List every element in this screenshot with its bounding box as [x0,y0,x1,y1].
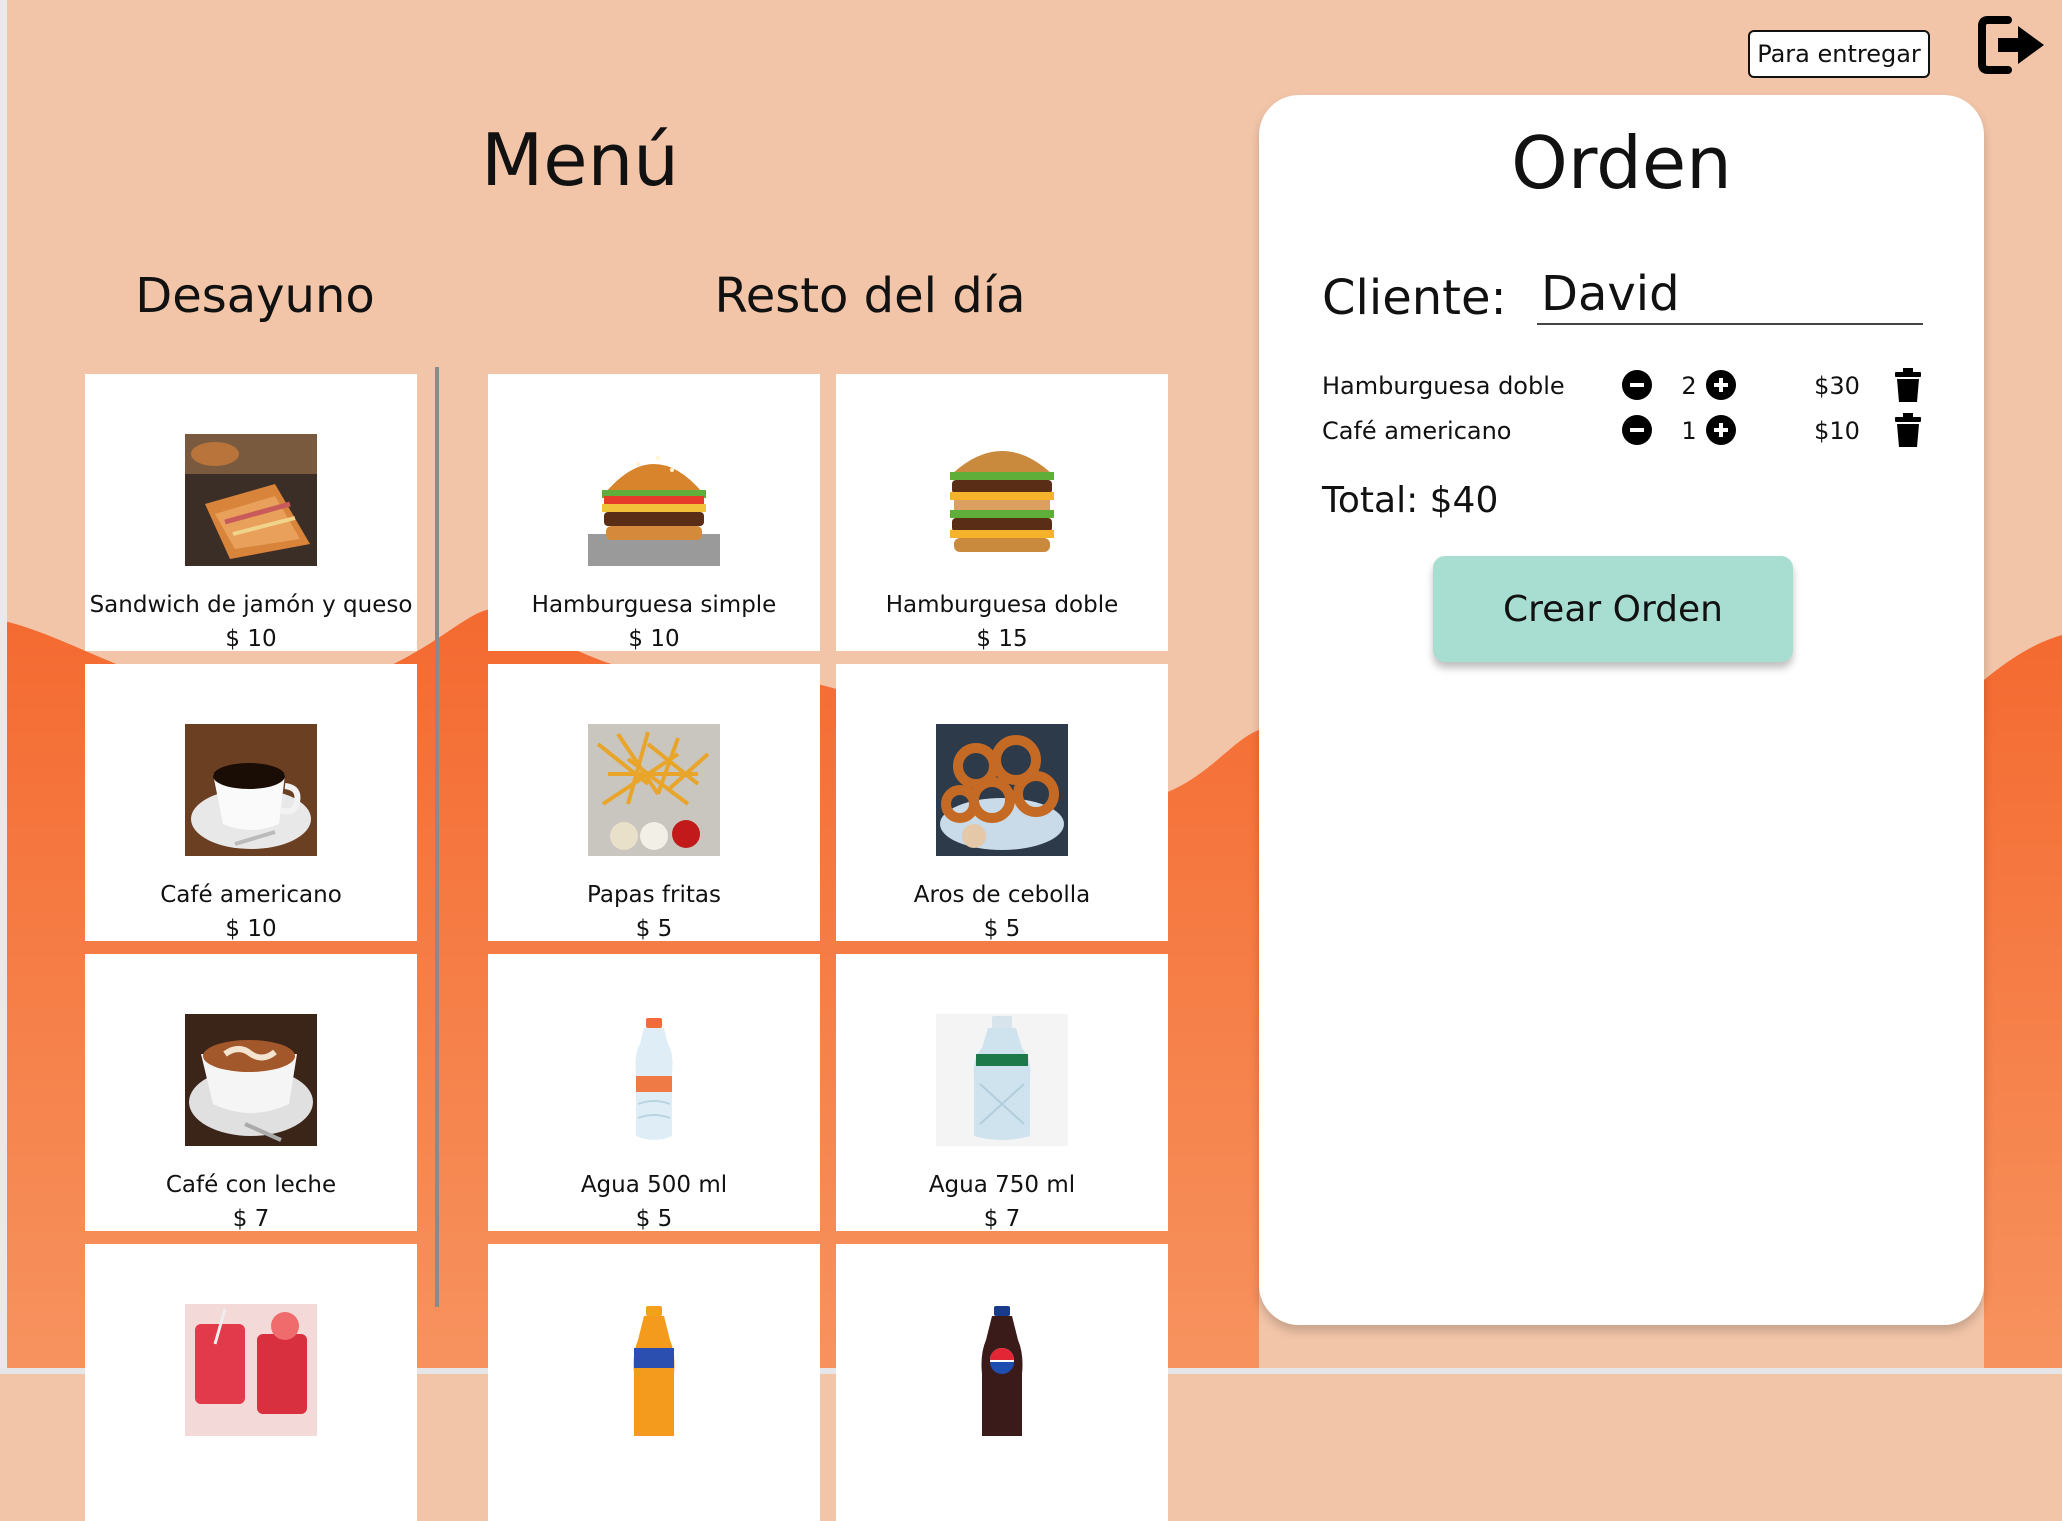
order-panel: Orden Cliente: Hamburguesa doble 2 $30 C… [1259,95,1984,1325]
burger-double-icon [936,434,1068,566]
water-bottle-large-icon [936,1014,1068,1146]
section-title-rest-of-day: Resto del día [714,268,1026,324]
menu-item-price: $ 10 [225,916,277,941]
menu-title: Menú [481,118,679,202]
menu-item-juice[interactable] [85,1244,417,1521]
menu-item-name: Café americano [160,882,342,908]
menu-item-price: $ 5 [983,916,1021,941]
menu-item-pepsi[interactable] [836,1244,1168,1521]
menu-item-name: Café con leche [165,1172,337,1198]
order-item-qty: 2 [1681,372,1697,400]
menu-item-price: $ 15 [976,626,1028,651]
menu-item-name: Hamburguesa simple [531,592,777,618]
menu-item-papas-fritas[interactable]: Papas fritas $ 5 [488,664,820,941]
trash-icon[interactable] [1895,413,1921,447]
menu-item-price: $ 5 [635,916,673,941]
to-deliver-button[interactable]: Para entregar [1748,30,1930,78]
pepsi-bottle-icon [936,1304,1068,1436]
onion-rings-icon [936,724,1068,856]
ham-cheese-sandwich-icon [185,434,317,566]
trash-icon[interactable] [1895,368,1921,402]
fanta-bottle-icon [588,1304,720,1436]
menu-item-hamburguesa-simple[interactable]: Hamburguesa simple $ 10 [488,374,820,651]
sign-out-icon[interactable] [1978,14,2048,76]
menu-item-name: Agua 750 ml [928,1172,1076,1198]
increase-qty-button[interactable] [1706,370,1736,400]
increase-qty-button[interactable] [1706,415,1736,445]
menu-item-agua-500[interactable]: Agua 500 ml $ 5 [488,954,820,1231]
decrease-qty-button[interactable] [1622,370,1652,400]
menu-item-price: $ 5 [635,1206,673,1231]
menu-item-price: $ 7 [232,1206,270,1231]
order-line-item: Café americano 1 $10 [1322,413,1922,451]
menu-item-aros-de-cebolla[interactable]: Aros de cebolla $ 5 [836,664,1168,941]
menu-item-price: $ 10 [225,626,277,651]
order-item-price: $10 [1814,417,1860,445]
decrease-qty-button[interactable] [1622,415,1652,445]
menu-item-sandwich[interactable]: Sandwich de jamón y queso $ 10 [85,374,417,651]
menu-item-cafe-con-leche[interactable]: Café con leche $ 7 [85,954,417,1231]
order-item-price: $30 [1814,372,1860,400]
menu-item-hamburguesa-doble[interactable]: Hamburguesa doble $ 15 [836,374,1168,651]
order-item-qty: 1 [1681,417,1697,445]
menu-item-name: Hamburguesa doble [885,592,1119,618]
order-total: Total: $40 [1322,480,1499,521]
menu-item-name: Papas fritas [587,882,721,908]
menu-item-cafe-americano[interactable]: Café americano $ 10 [85,664,417,941]
order-line-item: Hamburguesa doble 2 $30 [1322,368,1922,406]
menu-item-fanta[interactable] [488,1244,820,1521]
create-order-button[interactable]: Crear Orden [1433,556,1793,662]
menu-divider [435,367,439,1307]
order-item-name: Hamburguesa doble [1322,372,1565,400]
section-title-breakfast: Desayuno [135,268,375,324]
french-fries-icon [588,724,720,856]
water-bottle-small-icon [588,1014,720,1146]
window-left-edge [0,0,7,1374]
menu-item-name: Aros de cebolla [913,882,1091,908]
fruit-juice-icon [185,1304,317,1436]
menu-item-agua-750[interactable]: Agua 750 ml $ 7 [836,954,1168,1231]
menu-item-name: Sandwich de jamón y queso [89,592,413,618]
menu-item-name: Agua 500 ml [580,1172,728,1198]
client-label: Cliente: [1322,270,1507,326]
burger-simple-icon [588,434,720,566]
latte-cup-icon [185,1014,317,1146]
menu-item-price: $ 7 [983,1206,1021,1231]
coffee-cup-icon [185,724,317,856]
client-name-input[interactable] [1537,265,1923,325]
order-title: Orden [1511,121,1732,205]
order-item-name: Café americano [1322,417,1512,445]
menu-item-price: $ 10 [628,626,680,651]
